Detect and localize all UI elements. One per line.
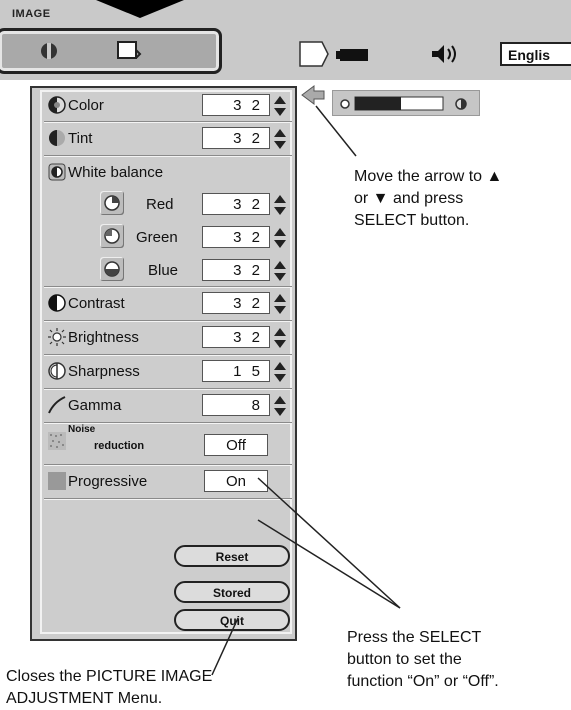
callout-lines bbox=[211, 105, 401, 676]
select-instruction-text: Press the SELECT button to set the funct… bbox=[347, 629, 499, 690]
quit-instruction-text: Closes the PICTURE IMAGE ADJUSTMENT Menu… bbox=[6, 668, 213, 707]
arrow-instruction-text: Move the arrow to ▲ or ▼ and press SELEC… bbox=[354, 168, 503, 229]
